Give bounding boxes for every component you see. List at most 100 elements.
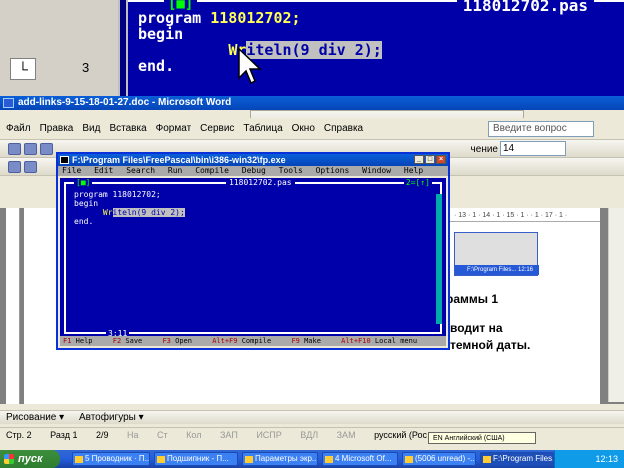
fp-status-help[interactable]: F1 Help	[63, 337, 101, 345]
status-line: Ст	[157, 430, 168, 440]
fp-menu-compile[interactable]: Compile	[195, 166, 229, 175]
style-label: чение	[470, 144, 498, 155]
vertical-scrollbar[interactable]	[608, 208, 624, 402]
menu-edit[interactable]: Правка	[40, 123, 74, 134]
doc-text-2: водит на	[450, 321, 503, 335]
fp-menu-tools[interactable]: Tools	[279, 166, 303, 175]
status-ovr[interactable]: ЗАМ	[337, 428, 356, 442]
fp-editor[interactable]: [■] 118012702.pas 2=[↑] program 11801270…	[60, 178, 446, 338]
new-doc-icon[interactable]	[8, 143, 21, 155]
draw-menu-button[interactable]: Рисование ▾	[6, 412, 64, 423]
editor-close-icon[interactable]: [■]	[74, 178, 93, 187]
task-bearing[interactable]: Подшипник - П...	[154, 452, 238, 466]
task-freepascal[interactable]: F:\Program Files...	[480, 452, 554, 466]
fp-menu-debug[interactable]: Debug	[242, 166, 266, 175]
editor-zoom-icon[interactable]: 2=[↑]	[403, 178, 432, 187]
fp-menu-bar: File Edit Search Run Compile Debug Tools…	[58, 166, 448, 176]
nested-screenshot: F:\Program Files... 12:16	[454, 232, 539, 276]
font-size-select[interactable]: 14	[500, 141, 566, 156]
menu-file[interactable]: Файл	[6, 123, 31, 134]
status-section: Разд 1	[50, 430, 78, 440]
fp-menu-search[interactable]: Search	[126, 166, 155, 175]
drawing-toolbar: Рисование ▾ Автофигуры ▾	[0, 410, 624, 424]
status-ext[interactable]: ВДЛ	[300, 428, 318, 442]
fp-status-compile[interactable]: Alt+F9 Compile	[212, 337, 279, 345]
status-rec[interactable]: ЗАП	[220, 428, 238, 442]
menu-format[interactable]: Формат	[156, 123, 192, 134]
fp-menu-edit[interactable]: Edit	[94, 166, 113, 175]
folder-icon	[75, 456, 83, 463]
fp-status-make[interactable]: F9 Make	[291, 337, 329, 345]
menu-view[interactable]: Вид	[82, 123, 100, 134]
clock[interactable]: 12:13	[595, 454, 618, 464]
task-mail[interactable]: (5006 unread) -...	[402, 452, 476, 466]
status-page: Стр. 2	[6, 430, 32, 440]
maximize-button[interactable]: □	[425, 155, 435, 164]
menu-help[interactable]: Справка	[324, 123, 363, 134]
word-app-icon	[3, 98, 14, 108]
word-menu-bar: Файл Правка Вид Вставка Формат Сервис Та…	[0, 118, 624, 140]
mail-icon	[405, 456, 413, 463]
menu-window[interactable]: Окно	[292, 123, 315, 134]
zoomed-word-ruler: └ 3	[0, 0, 118, 96]
editor-code[interactable]: program 118012702; begin Writeln(9 div 2…	[74, 190, 185, 226]
editor-scrollbar[interactable]	[436, 194, 442, 324]
screen: └ 3 [■] 118012702.pas program 118012702;…	[0, 0, 624, 468]
fp-menu-help[interactable]: Help	[404, 166, 423, 175]
windows-logo-icon	[4, 454, 14, 464]
task-office[interactable]: 4 Microsoft Of...	[322, 452, 398, 466]
editor-filename: 118012702.pas	[226, 178, 295, 187]
fp-menu-window[interactable]: Window	[362, 166, 391, 175]
menu-insert[interactable]: Вставка	[109, 123, 146, 134]
editor-frame: [■] 118012702.pas 2=[↑] program 11801270…	[64, 178, 442, 338]
status-pages: 2/9	[95, 430, 109, 440]
fp-status-bar: F1 Help F2 Save F3 Open Alt+F9 Compile F…	[60, 336, 446, 346]
language-popup[interactable]: EN Английский (США)	[428, 432, 536, 444]
save-icon[interactable]	[40, 143, 53, 155]
fp-title-bar[interactable]: F:\Program Files\FreePascal\bin\i386-win…	[58, 154, 448, 166]
start-button[interactable]: пуск	[0, 450, 60, 468]
status-language[interactable]: русский (Рос	[374, 428, 427, 442]
divider	[118, 0, 126, 96]
menu-table[interactable]: Таблица	[243, 123, 282, 134]
zoomed-editor-frame: [■] 118012702.pas program 118012702; beg…	[126, 0, 624, 96]
status-col: Кол	[186, 430, 202, 440]
browser-icon	[157, 456, 165, 463]
vertical-ruler	[6, 208, 20, 404]
help-search-input[interactable]: Введите вопрос	[488, 121, 594, 137]
fp-menu-options[interactable]: Options	[316, 166, 350, 175]
fp-menu-file[interactable]: File	[62, 166, 81, 175]
open-icon[interactable]	[24, 143, 37, 155]
status-trk[interactable]: ИСПР	[256, 428, 281, 442]
task-explorer[interactable]: 5 Проводник · П...	[72, 452, 150, 466]
menu-tools[interactable]: Сервис	[200, 123, 234, 134]
fp-status-save[interactable]: F2 Save	[113, 337, 151, 345]
taskbar: пуск 5 Проводник · П... Подшипник - П...…	[0, 450, 624, 468]
fp-status-local-menu[interactable]: Alt+F10 Local menu	[341, 337, 425, 345]
console-icon	[60, 156, 69, 164]
mouse-cursor-icon	[238, 48, 262, 85]
word-title-bar[interactable]: add-links-9-15-18-01-27.doc - Microsoft …	[0, 96, 624, 110]
nested-taskbar: F:\Program Files... 12:16	[455, 265, 539, 275]
doc-text-3: темной даты.	[450, 338, 531, 352]
system-tray: 12:13	[554, 450, 624, 468]
zoomed-filename: 118012702.pas	[456, 0, 594, 15]
zoomed-editor-region: └ 3 [■] 118012702.pas program 118012702;…	[0, 0, 624, 96]
autoshapes-button[interactable]: Автофигуры ▾	[79, 412, 144, 423]
styles-icon[interactable]	[8, 161, 21, 173]
tab-stop-icon[interactable]: └	[10, 58, 36, 80]
console-icon	[483, 456, 491, 463]
horizontal-ruler: · 13 · 1 · 14 · 1 · 15 · 1 · · 1 · 17 · …	[450, 210, 600, 222]
settings-icon	[245, 456, 253, 463]
word-icon	[325, 456, 333, 463]
minimize-button[interactable]: _	[414, 155, 424, 164]
ruler-number: 3	[82, 60, 90, 75]
status-at: На	[127, 430, 139, 440]
fp-status-open[interactable]: F3 Open	[162, 337, 200, 345]
format-icon[interactable]	[24, 161, 37, 173]
close-button[interactable]: ×	[436, 155, 446, 164]
fp-menu-run[interactable]: Run	[168, 166, 182, 175]
task-display-settings[interactable]: Параметры экр...	[242, 452, 318, 466]
doc-text-1: раммы 1	[446, 292, 499, 306]
freepascal-window: F:\Program Files\FreePascal\bin\i386-win…	[56, 152, 450, 350]
